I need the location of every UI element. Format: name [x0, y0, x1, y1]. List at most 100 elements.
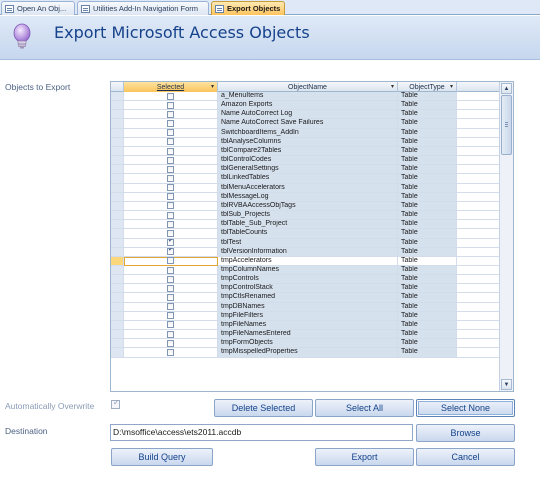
table-row[interactable]: tmpFormObjects Table — [111, 339, 501, 349]
selected-cell[interactable] — [124, 183, 218, 193]
table-row[interactable]: Amazon Exports Table — [111, 101, 501, 111]
dropdown-arrow-icon[interactable]: ▾ — [450, 83, 453, 90]
scroll-up-icon[interactable]: ▲ — [501, 83, 512, 94]
record-selector[interactable] — [111, 302, 124, 312]
selected-checkbox[interactable] — [167, 294, 174, 302]
record-selector[interactable] — [111, 265, 124, 276]
scroll-down-icon[interactable]: ▼ — [501, 379, 512, 390]
table-row[interactable]: tblTable_Sub_Project Table — [111, 220, 501, 230]
selected-checkbox[interactable] — [167, 165, 174, 173]
browse-button[interactable]: Browse — [416, 424, 515, 442]
select-all-button[interactable]: Select All — [315, 399, 414, 417]
table-row[interactable]: tmpFileFilters Table — [111, 311, 501, 321]
selected-cell[interactable] — [124, 265, 218, 276]
tab-utilities-navigation-form[interactable]: Utilities Add-In Navigation Form — [77, 1, 209, 15]
table-row[interactable]: tblMessageLog Table — [111, 192, 501, 202]
selected-cell[interactable] — [124, 320, 218, 331]
selected-cell[interactable] — [124, 247, 218, 257]
record-selector[interactable] — [111, 146, 124, 157]
select-none-button[interactable]: Select None — [416, 399, 515, 417]
table-row[interactable]: tblTableCounts Table — [111, 229, 501, 239]
table-row[interactable]: tblVersionInformationTable — [111, 247, 501, 257]
table-row[interactable]: tblMenuAccelerators Table — [111, 183, 501, 193]
table-row[interactable]: tblCompare2Tables Table — [111, 146, 501, 157]
selected-cell[interactable] — [124, 201, 218, 212]
record-selector[interactable] — [111, 275, 124, 285]
scrollbar-thumb[interactable] — [501, 95, 512, 155]
selected-cell[interactable] — [124, 293, 218, 303]
table-row[interactable]: Name AutoCorrect Save Failures Table — [111, 119, 501, 129]
selected-cell[interactable] — [124, 211, 218, 221]
table-row[interactable]: tblAnalyseColumns Table — [111, 137, 501, 147]
selected-checkbox[interactable] — [167, 193, 174, 201]
selected-cell[interactable] — [124, 275, 218, 285]
record-selector[interactable] — [111, 220, 124, 230]
selected-checkbox[interactable] — [167, 120, 174, 128]
selected-checkbox[interactable] — [167, 229, 174, 237]
selected-cell[interactable] — [124, 238, 218, 248]
selected-checkbox[interactable] — [167, 248, 174, 256]
selected-cell[interactable] — [124, 330, 218, 340]
selected-cell[interactable] — [124, 311, 218, 321]
column-header-objecttype[interactable]: ObjectType ▾ — [398, 82, 457, 92]
record-selector[interactable] — [111, 110, 124, 120]
table-row[interactable]: tmpCtlsRenamed Table — [111, 293, 501, 303]
selected-checkbox[interactable] — [167, 239, 174, 247]
selected-checkbox[interactable] — [167, 266, 174, 274]
selected-checkbox[interactable] — [167, 110, 174, 118]
table-row[interactable]: SwitchboardItems_AddIn Table — [111, 128, 501, 138]
record-selector[interactable] — [111, 165, 124, 175]
selected-cell[interactable] — [124, 137, 218, 147]
destination-field[interactable]: D:\msoffice\access\ets2011.accdb — [110, 424, 413, 441]
selected-cell[interactable] — [124, 302, 218, 312]
record-selector[interactable] — [111, 348, 124, 358]
tab-export-objects[interactable]: Export Objects — [211, 1, 285, 15]
record-selector[interactable] — [111, 238, 124, 248]
selected-checkbox[interactable] — [167, 220, 174, 228]
objects-datasheet[interactable]: Selected ▾ ObjectName ▾ ObjectType ▾ a_M… — [110, 81, 514, 392]
record-selector[interactable] — [111, 92, 124, 102]
record-selector[interactable] — [111, 339, 124, 349]
table-row[interactable]: Name AutoCorrect Log Table — [111, 110, 501, 120]
selected-cell[interactable] — [124, 256, 218, 266]
selected-checkbox[interactable] — [167, 101, 174, 109]
build-query-button[interactable]: Build Query — [111, 448, 213, 466]
record-selector[interactable] — [111, 320, 124, 331]
delete-selected-button[interactable]: Delete Selected — [214, 399, 313, 417]
selected-cell[interactable] — [124, 110, 218, 120]
selected-cell[interactable] — [124, 165, 218, 175]
selected-cell[interactable] — [124, 284, 218, 294]
selected-checkbox[interactable] — [167, 321, 174, 329]
selected-cell[interactable] — [124, 101, 218, 111]
record-selector[interactable] — [111, 192, 124, 202]
selected-checkbox[interactable] — [167, 330, 174, 338]
record-selector[interactable] — [111, 229, 124, 239]
table-row[interactable]: tmpFileNamesEntered Table — [111, 330, 501, 340]
record-selector[interactable] — [111, 311, 124, 321]
table-row[interactable]: tmpControls Table — [111, 275, 501, 285]
selected-cell[interactable] — [124, 192, 218, 202]
selected-cell[interactable] — [124, 119, 218, 129]
selected-checkbox[interactable] — [167, 129, 174, 137]
table-row[interactable]: tblControlCodes Table — [111, 156, 501, 166]
dropdown-arrow-icon[interactable]: ▾ — [211, 83, 214, 90]
table-row[interactable]: tmpAccelerators Table — [111, 256, 501, 266]
selected-cell[interactable] — [124, 128, 218, 138]
selected-checkbox[interactable] — [167, 184, 174, 192]
table-row[interactable]: tblLinkedTables Table — [111, 174, 501, 184]
record-selector[interactable] — [111, 101, 124, 111]
auto-overwrite-checkbox[interactable] — [111, 398, 120, 409]
record-selector[interactable] — [111, 183, 124, 193]
column-header-selected[interactable]: Selected ▾ — [124, 82, 218, 92]
cancel-button[interactable]: Cancel — [416, 448, 515, 466]
selected-checkbox[interactable] — [167, 202, 174, 210]
record-selector[interactable] — [111, 174, 124, 184]
record-selector[interactable] — [111, 119, 124, 129]
table-row[interactable]: tmpFileNames Table — [111, 320, 501, 331]
table-row[interactable]: tblRVBAAccessObjTags Table — [111, 201, 501, 212]
selected-cell[interactable] — [124, 174, 218, 184]
selected-checkbox[interactable] — [167, 92, 174, 100]
selected-checkbox[interactable] — [167, 348, 174, 356]
selected-cell[interactable] — [124, 348, 218, 358]
record-selector[interactable] — [111, 247, 124, 257]
